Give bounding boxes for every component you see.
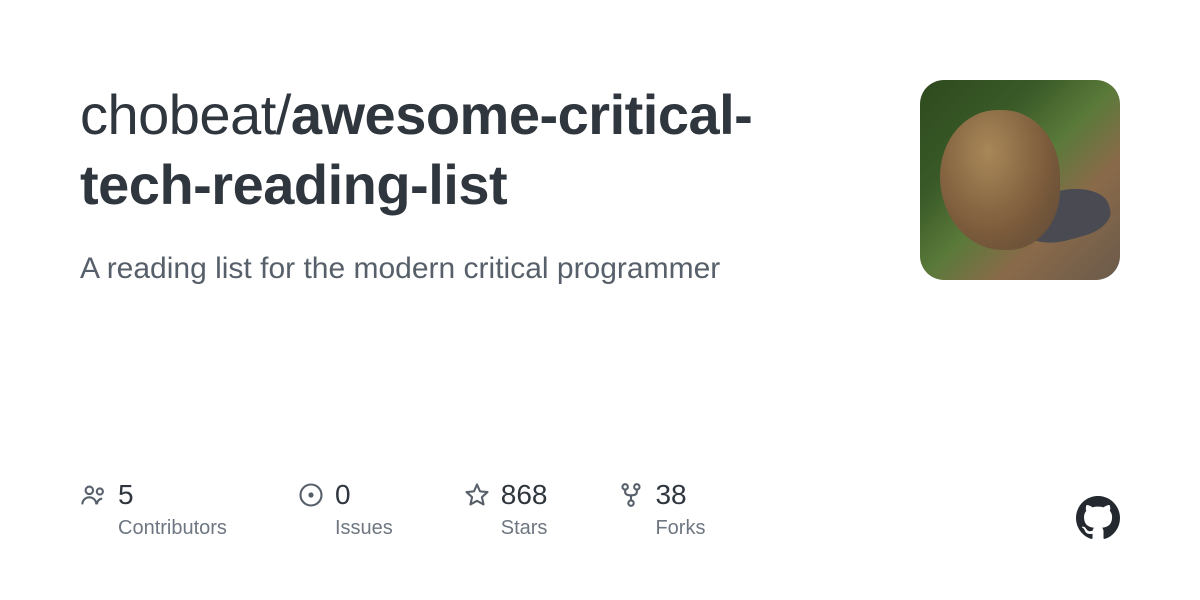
contributors-label: Contributors	[118, 517, 227, 540]
repo-separator: /	[276, 83, 291, 146]
title-block: chobeat/awesome-critical-tech-reading-li…	[80, 80, 880, 290]
star-icon	[463, 481, 491, 509]
repo-title[interactable]: chobeat/awesome-critical-tech-reading-li…	[80, 80, 880, 220]
repo-description: A reading list for the modern critical p…	[80, 248, 880, 290]
fork-icon	[617, 481, 645, 509]
forks-label: Forks	[655, 517, 705, 540]
stars-value: 868	[501, 479, 548, 511]
stats-row: 5 Contributors 0 Issues 868	[80, 479, 1120, 540]
repo-card: chobeat/awesome-critical-tech-reading-li…	[0, 0, 1200, 600]
repo-owner[interactable]: chobeat	[80, 83, 276, 146]
issues-label: Issues	[335, 517, 393, 540]
stats: 5 Contributors 0 Issues 868	[80, 479, 705, 540]
stat-stars[interactable]: 868 Stars	[463, 479, 548, 540]
contributors-value: 5	[118, 479, 134, 511]
stat-issues[interactable]: 0 Issues	[297, 479, 393, 540]
issues-value: 0	[335, 479, 351, 511]
header-row: chobeat/awesome-critical-tech-reading-li…	[80, 80, 1120, 290]
stat-forks[interactable]: 38 Forks	[617, 479, 705, 540]
github-logo-icon[interactable]	[1076, 496, 1120, 540]
forks-value: 38	[655, 479, 686, 511]
stars-label: Stars	[501, 517, 548, 540]
people-icon	[80, 481, 108, 509]
avatar[interactable]	[920, 80, 1120, 280]
stat-contributors[interactable]: 5 Contributors	[80, 479, 227, 540]
issue-icon	[297, 481, 325, 509]
